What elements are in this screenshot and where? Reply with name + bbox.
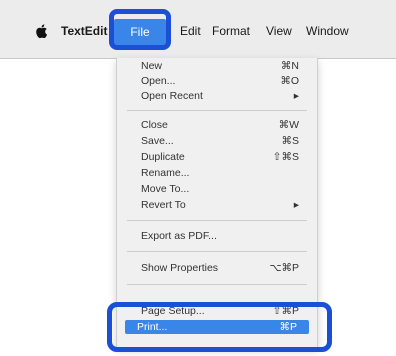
menu-item-new[interactable]: New ⌘N — [117, 59, 317, 73]
menu-item-label: Open Recent — [141, 90, 203, 102]
menu-item-duplicate[interactable]: Duplicate ⇧⌘S — [117, 150, 317, 164]
menu-item-label: Page Setup... — [141, 305, 205, 317]
menu-item-shortcut: ⌘S — [281, 135, 299, 147]
menu-item-shortcut: ⇧⌘P — [272, 305, 299, 317]
menu-item-save[interactable]: Save... ⌘S — [117, 134, 317, 148]
menu-item-label: Print... — [137, 321, 168, 333]
submenu-arrow-icon: ▸ — [293, 90, 299, 102]
format-menu[interactable]: Format — [212, 23, 250, 39]
menu-item-label: Open... — [141, 75, 176, 87]
menu-separator — [127, 220, 307, 221]
file-menu[interactable]: File — [114, 19, 166, 45]
menu-item-open[interactable]: Open... ⌘O — [117, 74, 317, 88]
file-dropdown-menu: New ⌘N Open... ⌘O Open Recent ▸ Close ⌘W… — [116, 58, 318, 348]
menu-item-label: Revert To — [141, 199, 186, 211]
menu-item-revert-to[interactable]: Revert To ▸ — [117, 198, 317, 212]
apple-logo-icon[interactable] — [35, 23, 49, 39]
menu-item-shortcut: ⌘O — [280, 75, 299, 87]
menu-bar: TextEdit File Edit Format View Window — [0, 0, 396, 59]
menu-item-label: Move To... — [141, 183, 190, 195]
menu-item-label: New — [141, 60, 163, 72]
menu-item-shortcut: ⌘P — [279, 321, 297, 333]
menu-item-page-setup[interactable]: Page Setup... ⇧⌘P — [117, 304, 317, 318]
menu-item-print[interactable]: Print... ⌘P — [125, 320, 309, 334]
menu-separator — [127, 284, 307, 285]
menu-item-close[interactable]: Close ⌘W — [117, 118, 317, 132]
menu-item-show-properties[interactable]: Show Properties ⌥⌘P — [117, 261, 317, 275]
view-menu[interactable]: View — [266, 23, 292, 39]
menu-item-rename[interactable]: Rename... — [117, 166, 317, 180]
menu-item-label: Save... — [141, 135, 174, 147]
menu-item-label: Export as PDF... — [141, 230, 217, 242]
app-name-menu[interactable]: TextEdit — [61, 23, 107, 39]
menu-separator — [127, 251, 307, 252]
edit-menu[interactable]: Edit — [180, 23, 201, 39]
window-menu[interactable]: Window — [306, 23, 349, 39]
submenu-arrow-icon: ▸ — [293, 199, 299, 211]
menu-item-open-recent[interactable]: Open Recent ▸ — [117, 89, 317, 103]
menu-item-shortcut: ⇧⌘S — [272, 151, 299, 163]
menu-item-move-to[interactable]: Move To... — [117, 182, 317, 196]
menu-item-export-pdf[interactable]: Export as PDF... — [117, 229, 317, 243]
menu-item-shortcut: ⌘W — [278, 119, 299, 131]
menu-item-label: Close — [141, 119, 168, 131]
menu-item-label: Duplicate — [141, 151, 185, 163]
menu-item-label: Show Properties — [141, 262, 219, 274]
menu-item-shortcut: ⌘N — [280, 60, 299, 72]
menu-separator — [127, 110, 307, 111]
menu-item-label: Rename... — [141, 167, 190, 179]
menu-item-shortcut: ⌥⌘P — [269, 262, 299, 274]
